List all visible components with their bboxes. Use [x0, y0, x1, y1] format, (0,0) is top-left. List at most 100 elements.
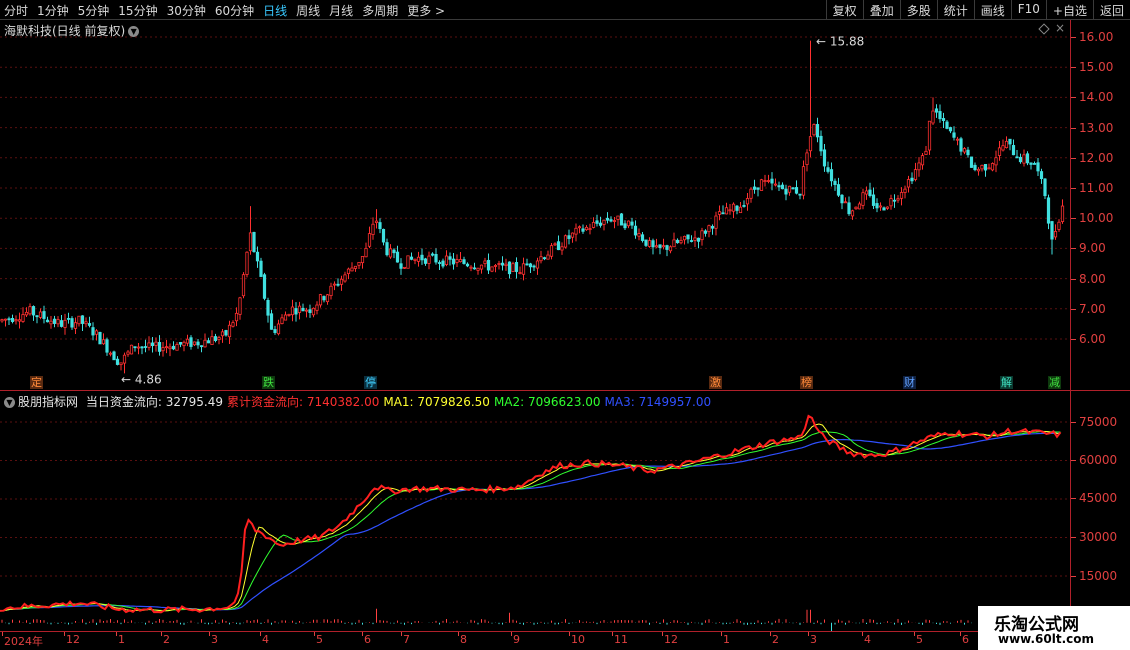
candle	[889, 194, 893, 210]
price-tick-mark	[1071, 339, 1076, 340]
indicator-chart-panel[interactable]	[0, 391, 1070, 635]
candle	[507, 261, 512, 279]
candle	[245, 251, 249, 278]
price-tick-label: 11.00	[1079, 181, 1114, 195]
date-label: 2	[772, 633, 779, 646]
indicator-chart[interactable]	[0, 391, 1070, 635]
candle	[189, 335, 193, 350]
candle	[413, 258, 417, 265]
tool-button[interactable]: 叠加	[862, 0, 900, 20]
indicator-tick-mark	[1071, 576, 1076, 577]
candle	[164, 339, 169, 354]
candle	[210, 330, 214, 345]
candle	[213, 333, 218, 343]
watermark-logo: 乐淘公式网 www.60lt.com	[978, 606, 1130, 650]
candle	[703, 229, 708, 237]
candle	[560, 242, 564, 255]
candle	[381, 228, 386, 246]
candle	[231, 320, 235, 328]
candle	[87, 316, 92, 328]
period-tabs: 分时 1分钟 5分钟 15分钟 30分钟 60分钟 日线 周线 月线 多周期 更多 >	[4, 2, 454, 19]
period-tab[interactable]: 更多 >	[407, 2, 445, 19]
candle	[322, 295, 326, 303]
candle	[367, 226, 372, 249]
period-tab[interactable]: 15分钟	[118, 2, 157, 19]
tool-button[interactable]: 统计	[936, 0, 974, 20]
candle	[682, 235, 687, 245]
event-tag[interactable]: 停	[364, 376, 377, 389]
event-tag[interactable]: 财	[903, 376, 916, 389]
event-tag[interactable]: 减	[1048, 376, 1061, 389]
candlestick-chart[interactable]: ← 15.88 ← 4.86	[0, 20, 1070, 390]
date-tick-mark	[362, 632, 363, 636]
period-tab[interactable]: 周线	[296, 2, 320, 19]
candle	[329, 282, 333, 300]
event-tag[interactable]: 解	[1000, 376, 1013, 389]
period-tab[interactable]: 分时	[4, 2, 28, 19]
candle	[472, 262, 477, 270]
price-axis: 16.00 15.00 14.00 13.00 12.00 11.00 10.00 9.00 8…	[1070, 20, 1130, 631]
candle	[854, 206, 858, 210]
event-tag[interactable]: 榜	[800, 376, 813, 389]
period-toolbar: 分时 1分钟 5分钟 15分钟 30分钟 60分钟 日线 周线 月线 多周期 更多 > 复权 叠加 多股…	[0, 0, 1130, 20]
candle	[633, 220, 638, 239]
period-tab[interactable]: 日线	[263, 2, 287, 19]
indicator-legend-item: MA1: 7079826.50	[383, 395, 490, 409]
price-tick-mark	[1071, 188, 1076, 189]
candle	[112, 350, 116, 361]
indicator-tick-label: 30000	[1079, 530, 1118, 544]
candle	[437, 260, 442, 271]
candle	[1001, 139, 1005, 152]
candle	[374, 209, 379, 229]
candle	[913, 162, 918, 182]
candle	[948, 126, 953, 134]
candle	[311, 307, 316, 318]
candle	[815, 117, 820, 143]
candle	[343, 271, 347, 283]
indicator-legend-item: MA3: 7149957.00	[604, 395, 712, 409]
tool-button[interactable]: 多股	[899, 0, 937, 20]
candle	[570, 232, 575, 243]
candle	[896, 195, 900, 203]
indicator-tick-mark	[1071, 498, 1076, 499]
price-chart-panel[interactable]: ← 15.88 ← 4.86	[0, 20, 1070, 390]
candle	[833, 178, 837, 191]
event-tag[interactable]: 定	[30, 376, 43, 389]
date-label: 3	[211, 633, 218, 646]
candle	[199, 345, 204, 353]
period-tab[interactable]: 30分钟	[167, 2, 206, 19]
candle	[385, 238, 389, 257]
candle	[808, 40, 813, 158]
period-tab[interactable]: 1分钟	[37, 2, 69, 19]
chevron-down-icon[interactable]: ▼	[4, 397, 15, 408]
candle	[1046, 194, 1051, 230]
candle	[857, 201, 862, 210]
candle	[759, 178, 764, 191]
tool-button[interactable]: 复权	[825, 0, 863, 20]
period-tab[interactable]: 60分钟	[215, 2, 254, 19]
tool-button[interactable]: +自选	[1045, 0, 1093, 20]
tool-button[interactable]: 画线	[973, 0, 1011, 20]
candle	[73, 317, 78, 334]
tool-button[interactable]: F10	[1010, 0, 1046, 20]
candle	[556, 235, 561, 251]
date-label: 11	[614, 633, 628, 646]
date-tick-mark	[862, 632, 863, 636]
candle	[637, 228, 641, 241]
tool-button[interactable]: 返回	[1092, 0, 1130, 20]
event-tag[interactable]: 跌	[262, 376, 275, 389]
candle	[297, 301, 302, 320]
period-tab[interactable]: 多周期	[362, 2, 398, 19]
candle	[241, 272, 246, 299]
candle	[549, 242, 554, 260]
candle	[766, 174, 771, 184]
event-tag[interactable]: 激	[709, 376, 722, 389]
candle	[563, 234, 568, 249]
candle	[434, 248, 438, 265]
candle	[735, 204, 739, 215]
period-tab[interactable]: 5分钟	[78, 2, 110, 19]
date-label: 8	[460, 633, 467, 646]
period-tab[interactable]: 月线	[329, 2, 353, 19]
candle	[945, 120, 949, 130]
date-label: 4	[262, 633, 269, 646]
